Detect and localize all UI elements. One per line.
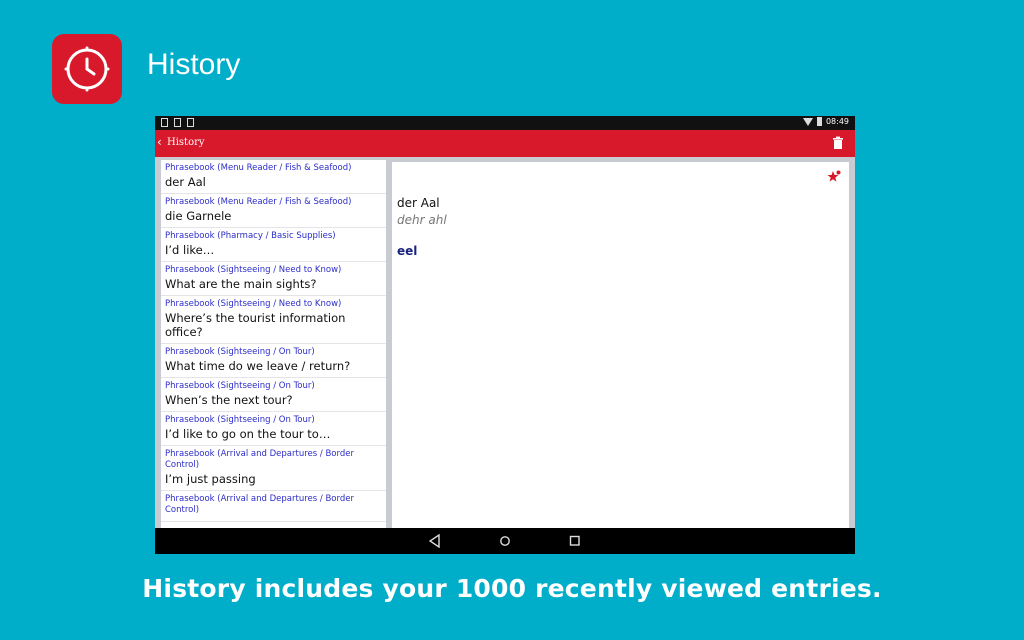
toolbar-title: History — [167, 137, 205, 148]
list-item-category: Phrasebook (Sightseeing / On Tour) — [165, 381, 315, 391]
list-item[interactable]: Phrasebook (Menu Reader / Fish & Seafood… — [161, 160, 386, 194]
list-item[interactable]: Phrasebook (Sightseeing / On Tour) I’d l… — [161, 412, 386, 446]
list-item-text: I’m just passing — [165, 472, 256, 486]
list-item[interactable]: Phrasebook (Arrival and Departures / Bor… — [161, 491, 386, 522]
list-item-category: Phrasebook (Sightseeing / Need to Know) — [165, 265, 342, 275]
status-time: 08:49 — [825, 117, 849, 126]
list-item-category: Phrasebook (Pharmacy / Basic Supplies) — [165, 231, 336, 241]
list-item-category: Phrasebook (Menu Reader / Fish & Seafood… — [165, 163, 352, 173]
navigation-bar — [155, 528, 855, 554]
clock-icon — [64, 46, 110, 92]
list-item[interactable]: Phrasebook (Sightseeing / Need to Know) … — [161, 262, 386, 296]
list-item-category: Phrasebook (Arrival and Departures / Bor… — [165, 494, 354, 515]
list-item-text: der Aal — [165, 175, 206, 189]
list-item-category: Phrasebook (Sightseeing / Need to Know) — [165, 299, 342, 309]
promo-caption: History includes your 1000 recently view… — [142, 574, 882, 603]
list-item-text: When’s the next tour? — [165, 393, 293, 407]
list-item-text: What time do we leave / return? — [165, 359, 351, 373]
list-item[interactable]: Phrasebook (Menu Reader / Fish & Seafood… — [161, 194, 386, 228]
notification-icon — [161, 118, 168, 127]
chevron-left-icon[interactable]: ‹ — [157, 135, 162, 149]
entry-detail: der Aal dehr ahl eel — [392, 162, 849, 528]
history-list: Phrasebook (Menu Reader / Fish & Seafood… — [161, 160, 386, 528]
recents-icon[interactable] — [569, 534, 581, 548]
entry-pronunciation: dehr ahl — [397, 213, 447, 227]
list-item[interactable]: Phrasebook (Sightseeing / On Tour) What … — [161, 344, 386, 378]
toolbar: ‹ History — [155, 130, 855, 157]
list-item-category: Phrasebook (Arrival and Departures / Bor… — [165, 449, 354, 470]
star-add-icon[interactable] — [827, 170, 841, 184]
wifi-icon — [802, 117, 813, 126]
device-screen: 08:49 ‹ History Phrasebook (Menu Reader … — [155, 116, 855, 554]
back-icon[interactable] — [429, 534, 441, 548]
list-item[interactable]: Phrasebook (Pharmacy / Basic Supplies) I… — [161, 228, 386, 262]
home-icon[interactable] — [499, 534, 511, 548]
list-item[interactable]: Phrasebook (Sightseeing / On Tour) When’… — [161, 378, 386, 412]
notification-icon — [174, 118, 181, 127]
list-item-text: Where’s the tourist information office? — [165, 311, 346, 339]
list-item-category: Phrasebook (Sightseeing / On Tour) — [165, 347, 315, 357]
notification-icon — [187, 118, 194, 127]
entry-headword: der Aal — [397, 196, 440, 210]
promo-title: History — [147, 48, 241, 81]
list-item-text: What are the main sights? — [165, 277, 317, 291]
list-item[interactable]: Phrasebook (Arrival and Departures / Bor… — [161, 446, 386, 491]
list-item-text: die Garnele — [165, 209, 232, 223]
battery-icon — [816, 117, 822, 126]
status-bar: 08:49 — [155, 116, 855, 130]
list-item[interactable]: Phrasebook (Sightseeing / Need to Know) … — [161, 296, 386, 344]
app-icon — [52, 34, 122, 104]
list-item-category: Phrasebook (Sightseeing / On Tour) — [165, 415, 315, 425]
entry-translation: eel — [397, 244, 418, 258]
list-item-text: I’d like… — [165, 243, 215, 257]
list-item-text: I’d like to go on the tour to… — [165, 427, 331, 441]
trash-icon[interactable] — [831, 136, 845, 150]
list-item-category: Phrasebook (Menu Reader / Fish & Seafood… — [165, 197, 352, 207]
